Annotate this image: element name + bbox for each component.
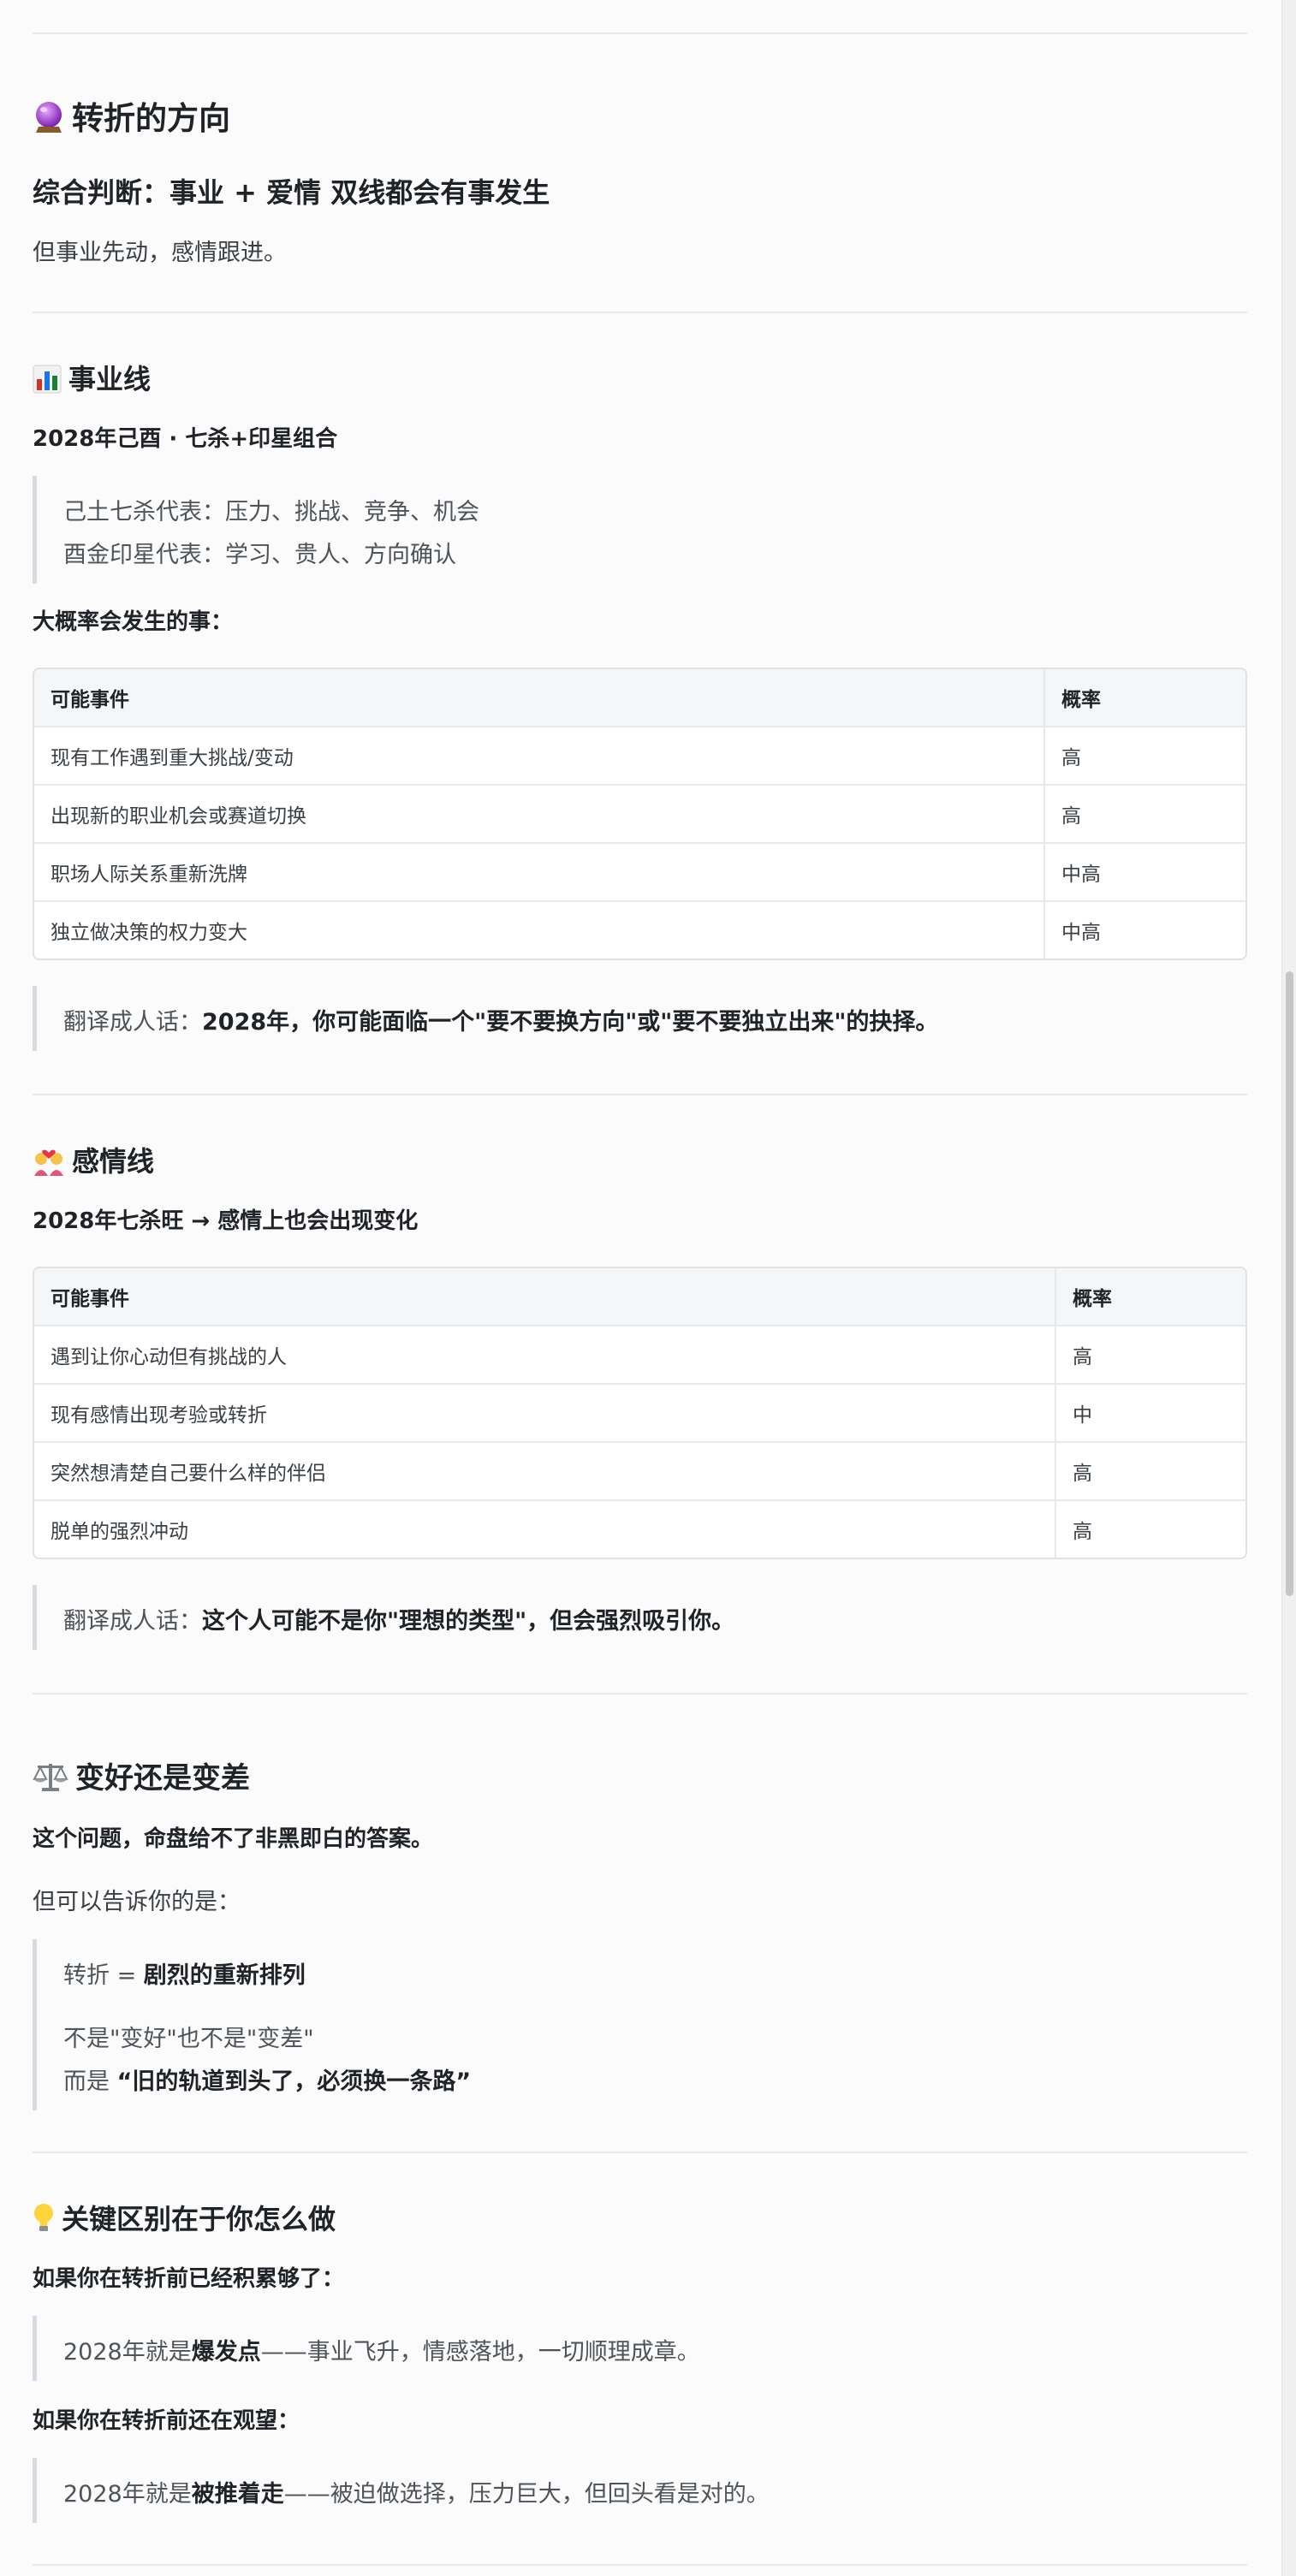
quote-prefix: 转折 = bbox=[63, 1962, 144, 1989]
translate-bold: 2028年，你可能面临一个"要不要换方向"或"要不要独立出来"的抉择。 bbox=[202, 1009, 939, 1036]
turn-text: 但事业先动，感情跟进。 bbox=[33, 240, 287, 266]
table-cell: 现有感情出现考验或转折 bbox=[34, 1385, 1055, 1443]
translate-prefix: 翻译成人话： bbox=[63, 1009, 202, 1036]
likely-label: 大概率会发生的事： bbox=[33, 609, 234, 635]
table-cell: 高 bbox=[1055, 1443, 1245, 1501]
scrollbar-thumb[interactable] bbox=[1286, 971, 1293, 1596]
table-cell: 高 bbox=[1055, 1501, 1245, 1558]
quote-line: 翻译成人话：这个人可能不是你"理想的类型"，但会强烈吸引你。 bbox=[63, 1602, 734, 1635]
table-cell: 职场人际关系重新洗牌 bbox=[34, 844, 1043, 902]
quote-line: 转折 = 剧烈的重新排列 bbox=[63, 1956, 306, 1990]
section-heading-text: 事业线 bbox=[68, 363, 152, 395]
quote-prefix: 而是 bbox=[63, 2069, 117, 2095]
divider bbox=[33, 1094, 1247, 1095]
translate-prefix: 翻译成人话： bbox=[63, 1608, 202, 1635]
love-subtitle: 2028年七杀旺 → 感情上也会出现变化 bbox=[33, 1208, 419, 1234]
table-row: 职场人际关系重新洗牌 中高 bbox=[34, 844, 1245, 902]
better-text: 但可以告诉你的是： bbox=[33, 1889, 241, 1915]
table-row: 现有感情出现考验或转折中 bbox=[34, 1385, 1245, 1443]
quote-bold: 被推着走 bbox=[191, 2481, 284, 2508]
bar-chart-icon bbox=[33, 365, 62, 394]
divider bbox=[33, 1693, 1247, 1695]
balance-scale-icon bbox=[33, 1764, 68, 1791]
section-heading-text: 转折的方向 bbox=[72, 100, 230, 137]
love-translate-quote: 翻译成人话：这个人可能不是你"理想的类型"，但会强烈吸引你。 bbox=[33, 1585, 1251, 1650]
section-heading-text: 变好还是变差 bbox=[75, 1761, 250, 1795]
career-table: 可能事件 概率 现有工作遇到重大挑战/变动高 出现新的职业机会或赛道切换高 职场… bbox=[33, 668, 1247, 960]
table-cell: 现有工作遇到重大挑战/变动 bbox=[34, 727, 1043, 786]
column-header: 概率 bbox=[1043, 669, 1245, 727]
quote-line: 而是 “旧的轨道到头了，必须换一条路” bbox=[63, 2063, 471, 2096]
table-cell: 高 bbox=[1043, 786, 1245, 844]
love-table: 可能事件 概率 遇到让你心动但有挑战的人高 现有感情出现考验或转折中 突然想清楚… bbox=[33, 1267, 1247, 1559]
divider bbox=[33, 2564, 1247, 2566]
section-heading-career: 事业线 bbox=[33, 358, 151, 397]
quote-line: 酉金印星代表：学习、贵人、方向确认 bbox=[63, 542, 456, 568]
case1-label: 如果你在转折前已经积累够了： bbox=[33, 2266, 345, 2292]
quote-prefix: 2028年就是 bbox=[63, 2481, 192, 2508]
table-cell: 突然想清楚自己要什么样的伴侣 bbox=[34, 1443, 1055, 1501]
table-header-row: 可能事件 概率 bbox=[34, 669, 1245, 727]
translate-bold: 这个人可能不是你"理想的类型"，但会强烈吸引你。 bbox=[202, 1608, 735, 1635]
table-row: 突然想清楚自己要什么样的伴侣高 bbox=[34, 1443, 1245, 1501]
turn-subheading: 综合判断：事业 + 爱情 双线都会有事发生 bbox=[33, 176, 550, 209]
column-header: 可能事件 bbox=[34, 669, 1043, 727]
quote-prefix: 2028年就是 bbox=[63, 2339, 192, 2365]
section-heading-turn: 转折的方向 bbox=[33, 92, 230, 139]
divider bbox=[33, 2152, 1247, 2153]
couple-heart-icon bbox=[34, 1149, 63, 1176]
table-header-row: 可能事件 概率 bbox=[34, 1268, 1245, 1327]
table-cell: 中高 bbox=[1043, 844, 1245, 902]
column-header: 可能事件 bbox=[34, 1268, 1055, 1327]
table-cell: 中 bbox=[1055, 1385, 1245, 1443]
quote-line: 翻译成人话：2028年，你可能面临一个"要不要换方向"或"要不要独立出来"的抉择… bbox=[63, 1003, 938, 1036]
case2-label: 如果你在转折前还在观望： bbox=[33, 2408, 300, 2434]
section-heading-text: 感情线 bbox=[72, 1145, 155, 1178]
section-heading-key: 关键区别在于你怎么做 bbox=[33, 2198, 336, 2237]
quote-bold: 爆发点 bbox=[191, 2339, 261, 2365]
table-cell: 出现新的职业机会或赛道切换 bbox=[34, 786, 1043, 844]
table-cell: 独立做决策的权力变大 bbox=[51, 922, 247, 944]
table-cell: 高 bbox=[1055, 1327, 1245, 1385]
light-bulb-icon bbox=[34, 2204, 53, 2231]
table-cell: 高 bbox=[1043, 727, 1245, 786]
divider bbox=[33, 33, 1247, 34]
quote-line: 不是"变好"也不是"变差" bbox=[63, 2026, 314, 2052]
case1-quote: 2028年就是爆发点——事业飞升，情感落地，一切顺理成章。 bbox=[33, 2316, 1251, 2381]
vertical-scrollbar[interactable] bbox=[1281, 0, 1296, 2576]
better-bold: 这个问题，命盘给不了非黑即白的答案。 bbox=[33, 1826, 434, 1852]
table-row: 现有工作遇到重大挑战/变动高 bbox=[34, 727, 1245, 786]
table-row: 独立做决策的权力变大 中高 bbox=[34, 902, 1245, 959]
career-quote: 己土七杀代表：压力、挑战、竞争、机会 酉金印星代表：学习、贵人、方向确认 bbox=[33, 476, 1251, 584]
better-quote: 转折 = 剧烈的重新排列 不是"变好"也不是"变差" 而是 “旧的轨道到头了，必… bbox=[33, 1939, 1251, 2110]
quote-bold: 剧烈的重新排列 bbox=[143, 1962, 306, 1989]
case2-quote: 2028年就是被推着走——被迫做选择，压力巨大，但回头看是对的。 bbox=[33, 2458, 1251, 2523]
section-heading-love: 感情线 bbox=[33, 1140, 154, 1179]
table-row: 出现新的职业机会或赛道切换高 bbox=[34, 786, 1245, 844]
career-translate-quote: 翻译成人话：2028年，你可能面临一个"要不要换方向"或"要不要独立出来"的抉择… bbox=[33, 986, 1251, 1051]
table-row: 遇到让你心动但有挑战的人高 bbox=[34, 1327, 1245, 1385]
table-row: 脱单的强烈冲动 高 bbox=[34, 1501, 1245, 1558]
table-cell: 遇到让你心动但有挑战的人 bbox=[34, 1327, 1055, 1385]
quote-suffix: ——被迫做选择，压力巨大，但回头看是对的。 bbox=[283, 2481, 770, 2508]
section-heading-text: 关键区别在于你怎么做 bbox=[62, 2203, 336, 2235]
section-heading-better: 变好还是变差 bbox=[33, 1754, 250, 1796]
quote-line: 2028年就是爆发点——事业飞升，情感落地，一切顺理成章。 bbox=[63, 2333, 700, 2366]
quote-line: 2028年就是被推着走——被迫做选择，压力巨大，但回头看是对的。 bbox=[63, 2475, 770, 2508]
column-header: 概率 bbox=[1055, 1268, 1245, 1327]
quote-suffix: ——事业飞升，情感落地，一切顺理成章。 bbox=[260, 2339, 700, 2365]
table-cell: 脱单的强烈冲动 bbox=[51, 1521, 188, 1543]
crystal-ball-icon bbox=[36, 102, 62, 133]
quote-line: 己土七杀代表：压力、挑战、竞争、机会 bbox=[63, 499, 479, 525]
divider bbox=[33, 312, 1247, 313]
table-cell: 中高 bbox=[1043, 902, 1245, 959]
quote-bold: “旧的轨道到头了，必须换一条路” bbox=[116, 2069, 472, 2095]
career-subtitle: 2028年己酉 · 七杀+印星组合 bbox=[33, 426, 338, 452]
